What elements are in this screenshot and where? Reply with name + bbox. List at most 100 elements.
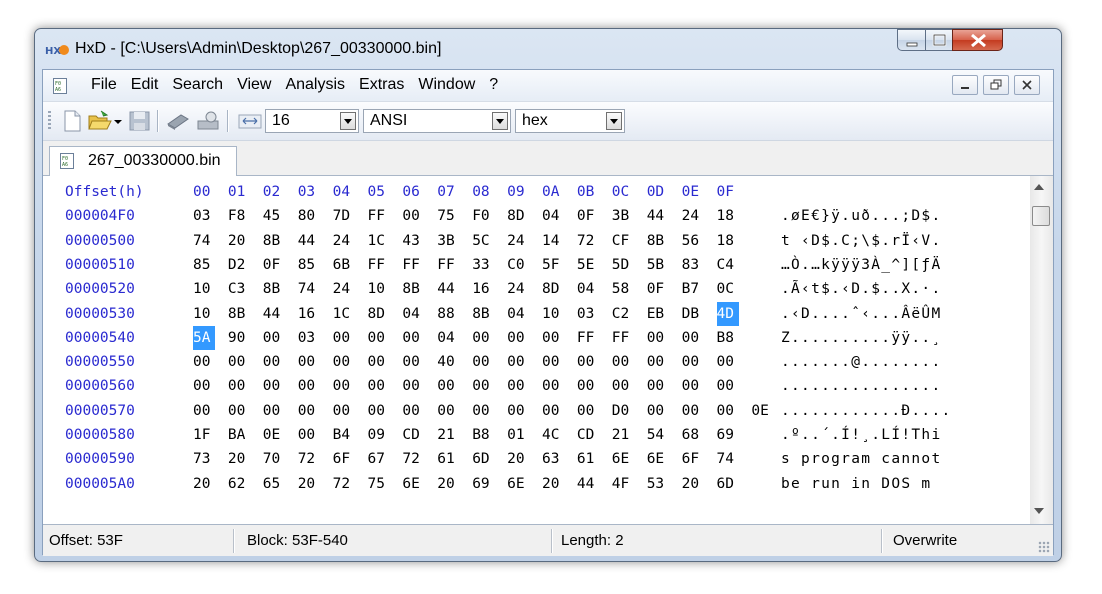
hex-byte[interactable]: 00 xyxy=(193,374,215,398)
menu-search[interactable]: Search xyxy=(172,76,223,94)
menu-help[interactable]: ? xyxy=(489,76,498,94)
hex-byte[interactable]: 24 xyxy=(507,229,529,253)
hex-byte[interactable]: 00 xyxy=(717,374,739,398)
hex-byte[interactable]: 14 xyxy=(542,229,564,253)
hex-byte[interactable]: CD xyxy=(402,423,424,447)
hex-byte[interactable]: 44 xyxy=(647,204,669,228)
hex-byte[interactable]: 75 xyxy=(368,472,390,496)
hex-byte[interactable]: 8D xyxy=(542,277,564,301)
hex-byte[interactable]: 3B xyxy=(437,229,459,253)
ascii-text[interactable]: be run in DOS m xyxy=(781,472,931,496)
hex-byte[interactable]: 04 xyxy=(507,302,529,326)
hex-byte[interactable]: 4F xyxy=(612,472,634,496)
chevron-down-icon[interactable] xyxy=(606,112,622,130)
hex-byte[interactable]: 00 xyxy=(647,350,669,374)
menu-extras[interactable]: Extras xyxy=(359,76,404,94)
hex-byte[interactable]: 00 xyxy=(647,374,669,398)
hex-byte[interactable]: 0E xyxy=(263,423,285,447)
hex-byte[interactable]: 72 xyxy=(333,472,355,496)
hex-byte[interactable]: 04 xyxy=(437,326,459,350)
ascii-text[interactable]: ................ xyxy=(781,374,941,398)
hex-byte[interactable]: 70 xyxy=(263,447,285,471)
mdi-restore-button[interactable] xyxy=(983,75,1009,95)
hex-byte[interactable]: 00 xyxy=(402,326,424,350)
hex-byte[interactable]: 00 xyxy=(333,374,355,398)
hex-byte[interactable]: 54 xyxy=(647,423,669,447)
minimize-button[interactable] xyxy=(897,29,926,51)
hex-byte[interactable]: 85 xyxy=(193,253,215,277)
hex-byte[interactable]: 6E xyxy=(507,472,529,496)
hex-byte[interactable]: 69 xyxy=(717,423,739,447)
chevron-down-icon[interactable] xyxy=(111,109,125,133)
hex-byte[interactable]: 00 xyxy=(193,350,215,374)
title-bar[interactable]: HX HxD - [C:\Users\Admin\Desktop\267_003… xyxy=(35,29,1061,69)
hex-byte[interactable]: 6D xyxy=(717,472,739,496)
tab-file[interactable]: F0 A6 267_00330000.bin xyxy=(49,146,237,176)
hex-byte[interactable]: 6B xyxy=(333,253,355,277)
ascii-text[interactable]: Z..........ÿÿ..¸ xyxy=(781,326,941,350)
hex-byte[interactable]: 0F xyxy=(577,204,599,228)
hex-byte[interactable]: 5C xyxy=(472,229,494,253)
hex-byte[interactable]: 8B xyxy=(263,229,285,253)
hex-byte[interactable]: 04 xyxy=(577,277,599,301)
hex-byte[interactable]: 0F xyxy=(263,253,285,277)
hex-byte[interactable]: EB xyxy=(647,302,669,326)
hex-byte[interactable]: 00 xyxy=(298,350,320,374)
hex-byte[interactable]: 3B xyxy=(612,204,634,228)
ascii-text[interactable]: .º..´.Í!¸.LÍ!Thi xyxy=(781,423,941,447)
hex-byte[interactable]: 00 xyxy=(542,350,564,374)
hex-byte[interactable]: 44 xyxy=(577,472,599,496)
hex-byte[interactable]: 00 xyxy=(682,350,704,374)
close-button[interactable] xyxy=(952,29,1003,51)
hex-byte[interactable]: 04 xyxy=(542,204,564,228)
scroll-down-arrow-icon[interactable] xyxy=(1034,508,1044,514)
hex-byte[interactable]: 10 xyxy=(193,302,215,326)
menu-view[interactable]: View xyxy=(237,76,271,94)
hex-byte[interactable]: 09 xyxy=(368,423,390,447)
hex-byte[interactable]: BA xyxy=(228,423,250,447)
hex-byte[interactable]: 8B xyxy=(472,302,494,326)
hex-byte[interactable]: 00 xyxy=(298,374,320,398)
ascii-text[interactable]: s program cannot xyxy=(781,447,941,471)
hex-byte[interactable]: 5D xyxy=(612,253,634,277)
hex-byte[interactable]: 00 xyxy=(368,374,390,398)
hex-byte[interactable]: 8B xyxy=(647,229,669,253)
hex-byte[interactable]: 20 xyxy=(228,229,250,253)
hex-byte[interactable]: 00 xyxy=(472,374,494,398)
hex-byte[interactable]: 0E xyxy=(751,399,773,423)
menu-window[interactable]: Window xyxy=(418,76,475,94)
menu-edit[interactable]: Edit xyxy=(131,76,159,94)
hex-byte[interactable]: 00 xyxy=(612,374,634,398)
hex-byte[interactable]: 43 xyxy=(402,229,424,253)
hex-byte[interactable]: 21 xyxy=(437,423,459,447)
hex-byte[interactable]: 00 xyxy=(263,399,285,423)
hex-byte[interactable]: 00 xyxy=(402,350,424,374)
hex-byte[interactable]: FF xyxy=(402,253,424,277)
hex-byte[interactable]: 00 xyxy=(472,399,494,423)
hex-byte[interactable]: 00 xyxy=(542,399,564,423)
hex-byte[interactable]: 6E xyxy=(612,447,634,471)
hex-byte[interactable]: 40 xyxy=(437,350,459,374)
hex-byte[interactable]: 68 xyxy=(682,423,704,447)
vertical-scrollbar[interactable] xyxy=(1030,176,1053,524)
hex-byte[interactable]: 6D xyxy=(472,447,494,471)
hex-byte[interactable]: 4D xyxy=(716,301,739,326)
hex-byte[interactable]: 10 xyxy=(193,277,215,301)
hex-byte[interactable]: 00 xyxy=(507,374,529,398)
hex-byte[interactable]: 33 xyxy=(472,253,494,277)
hex-byte[interactable]: 20 xyxy=(507,447,529,471)
ascii-text[interactable]: .‹D....ˆ‹...ÂëÛM xyxy=(781,302,941,326)
hex-byte[interactable]: 00 xyxy=(228,350,250,374)
hex-byte[interactable]: 00 xyxy=(402,204,424,228)
hex-byte[interactable]: 67 xyxy=(368,447,390,471)
hex-byte[interactable]: 00 xyxy=(228,374,250,398)
hex-byte[interactable]: 00 xyxy=(298,399,320,423)
hex-byte[interactable]: 00 xyxy=(437,399,459,423)
hex-byte[interactable]: 00 xyxy=(333,350,355,374)
hex-byte[interactable]: 85 xyxy=(298,253,320,277)
hex-byte[interactable]: 72 xyxy=(402,447,424,471)
mdi-minimize-button[interactable] xyxy=(952,75,978,95)
hex-byte[interactable]: 20 xyxy=(437,472,459,496)
charset-select[interactable]: ANSI xyxy=(363,109,511,133)
hex-byte[interactable]: 01 xyxy=(507,423,529,447)
